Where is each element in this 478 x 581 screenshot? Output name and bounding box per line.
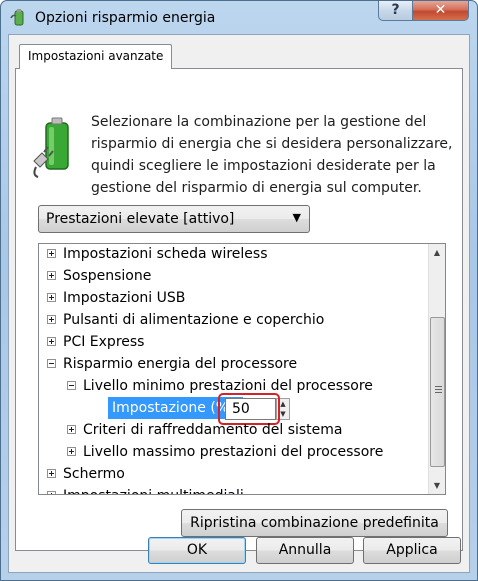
battery-plug-icon [33, 117, 69, 178]
collapse-minus-icon[interactable] [67, 381, 76, 390]
chevron-down-icon: ▼ [292, 211, 301, 224]
expand-plus-icon[interactable] [67, 447, 76, 456]
grip-line [435, 386, 442, 387]
ok-button[interactable]: OK [148, 537, 246, 564]
grip-line [435, 392, 442, 393]
expand-plus-icon[interactable] [47, 469, 56, 478]
power-options-icon [10, 9, 24, 26]
tree-item-setting-row[interactable]: Impostazione (%): 50 ▲ ▼ [39, 393, 339, 425]
tab-panel: Selezionare la combinazione per la gesti… [15, 68, 463, 551]
tree-scrollbar[interactable]: ▲ ▼ [428, 244, 445, 494]
expand-plus-icon[interactable] [47, 315, 56, 324]
grip-line [435, 389, 442, 390]
settings-tree[interactable]: Impostazioni scheda wireless Sospensione… [38, 243, 446, 495]
power-plan-selected: Prestazioni elevate [attivo] [46, 211, 235, 227]
power-plan-dropdown[interactable]: Prestazioni elevate [attivo] ▼ [38, 205, 310, 233]
expand-plus-icon[interactable] [47, 491, 56, 494]
help-button[interactable]: ? [378, 1, 413, 21]
restore-defaults-button[interactable]: Ripristina combinazione predefinita [181, 509, 448, 537]
scroll-thumb[interactable] [430, 317, 445, 467]
expand-plus-icon[interactable] [47, 293, 56, 302]
dialog-client-area: Impostazioni avanzate Selezionare la com… [8, 34, 470, 573]
expand-plus-icon[interactable] [47, 249, 56, 258]
scroll-up-icon[interactable]: ▲ [429, 244, 445, 261]
scroll-down-icon[interactable]: ▼ [429, 477, 445, 494]
collapse-minus-icon[interactable] [47, 359, 56, 368]
cancel-button[interactable]: Annulla [256, 537, 354, 564]
expand-plus-icon[interactable] [67, 425, 76, 434]
title-bar[interactable]: Opzioni risparmio energia ? ✕ [1, 1, 477, 35]
close-button[interactable]: ✕ [412, 1, 469, 21]
tab-advanced-settings[interactable]: Impostazioni avanzate [19, 44, 173, 69]
description-text: Selezionare la combinazione per la gesti… [91, 114, 453, 196]
apply-button[interactable]: Applica [363, 537, 461, 564]
expand-plus-icon[interactable] [47, 337, 56, 346]
window-title: Opzioni risparmio energia [35, 10, 216, 26]
expand-plus-icon[interactable] [47, 271, 56, 280]
power-options-window: Opzioni risparmio energia ? ✕ Impostazio… [0, 0, 478, 581]
